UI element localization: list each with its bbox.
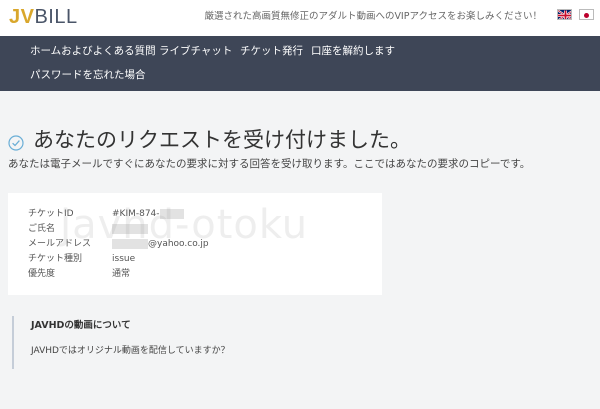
ticket-id-value: #KIM-874- (112, 208, 184, 220)
nav-live-chat[interactable]: ライブチャット (159, 44, 232, 58)
notice-text: JAVHDではオリジナル動画を配信していますか？ (31, 346, 230, 356)
email-value: @yahoo.co.jp (112, 238, 209, 250)
check-circle-icon (8, 135, 24, 151)
nav-home-faq[interactable]: ホームおよびよくある質問 (30, 44, 156, 58)
ticket-type-value: issue (112, 254, 136, 264)
name-value (112, 223, 148, 235)
ticket-id-label: チケットID (28, 209, 74, 219)
logo-jv: JV (9, 6, 35, 28)
name-label: ご氏名 (28, 224, 56, 234)
jp-flag-icon[interactable] (579, 9, 594, 20)
nav-forgot-password[interactable]: パスワードを忘れた場合 (30, 68, 146, 82)
tagline: 厳選された高画質無修正のアダルト動画へのVIPアクセスをお楽しみください！ (204, 11, 542, 22)
notice-title: JAVHDの動画について (31, 320, 131, 331)
nav-issue-ticket[interactable]: チケット発行 (240, 44, 303, 58)
top-bar: JVBILL 厳選された高画質無修正のアダルト動画へのVIPアクセスをお楽しみく… (0, 0, 600, 36)
email-label: メールアドレス (28, 239, 92, 249)
faq-notice: JAVHDの動画について JAVHDではオリジナル動画を配信していますか？ (12, 316, 597, 369)
priority-label: 優先度 (28, 269, 56, 279)
jp-flag-circle (584, 12, 589, 18)
page-subtitle: あなたは電子メールですぐにあなたの要求に対する回答を受け取ります。ここではあなた… (8, 158, 531, 170)
redacted-block (112, 238, 148, 249)
logo-bill: BILL (34, 6, 78, 28)
en-flag-icon[interactable] (557, 9, 572, 20)
redacted-block (159, 208, 184, 219)
ticket-id-text: #KIM-874- (112, 209, 160, 219)
email-text: @yahoo.co.jp (148, 239, 209, 249)
page-title: あなたのリクエストを受け付けました。 (33, 128, 411, 152)
redacted-block (112, 223, 148, 234)
ticket-type-label: チケット種別 (28, 254, 83, 264)
logo[interactable]: JVBILL (9, 5, 78, 29)
main-nav: ホームおよびよくある質問 ライブチャット チケット発行 口座を解約します パスワ… (0, 36, 600, 91)
nav-cancel-account[interactable]: 口座を解約します (311, 44, 395, 58)
priority-value: 通常 (112, 269, 131, 279)
